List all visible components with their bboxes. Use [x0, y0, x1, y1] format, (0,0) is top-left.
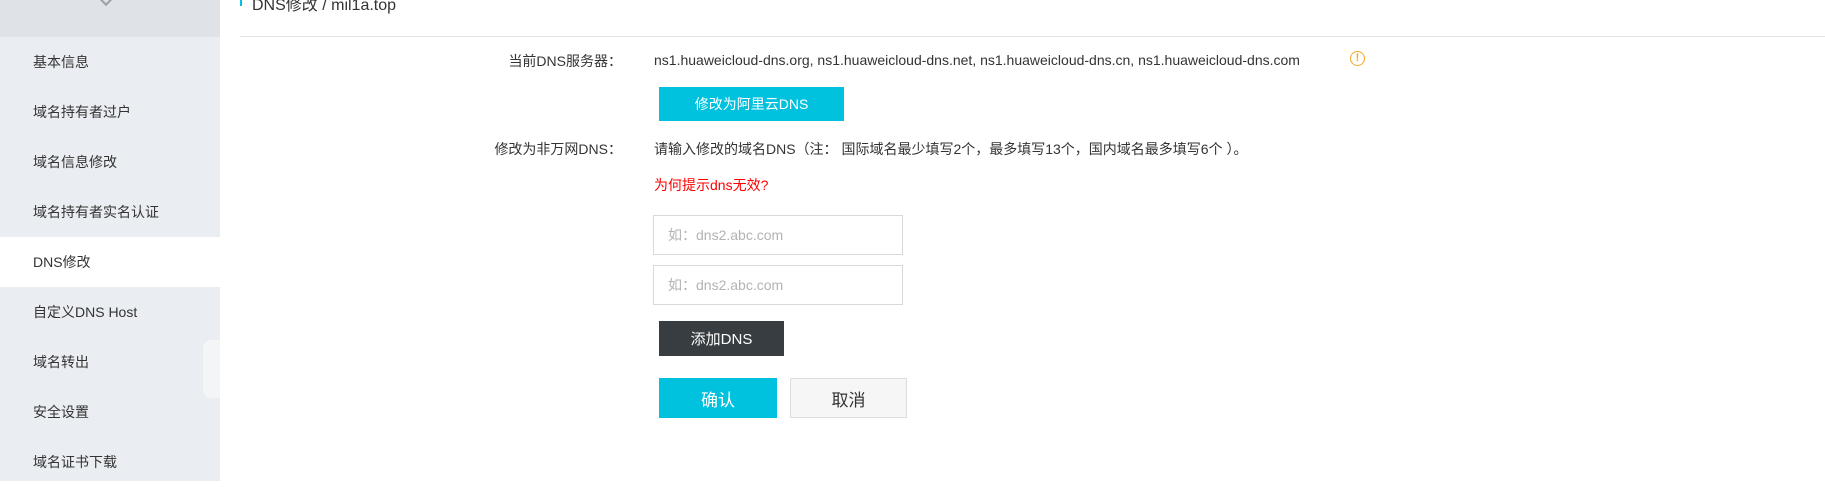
sidebar-item-custom-dns-host[interactable]: 自定义DNS Host — [0, 287, 220, 337]
sidebar-collapse-handle[interactable] — [203, 340, 220, 398]
sidebar-item-transfer-out[interactable]: 域名转出 — [0, 337, 220, 387]
cancel-button[interactable]: 取消 — [790, 378, 907, 418]
breadcrumb: DNS修改 / mil1a.top — [240, 0, 1825, 37]
chevron-down-icon[interactable] — [98, 0, 114, 7]
custom-dns-label: 修改为非万网DNS： — [494, 141, 622, 157]
current-dns-value: ns1.huaweicloud-dns.org, ns1.huaweicloud… — [654, 52, 1300, 68]
current-dns-label: 当前DNS服务器： — [508, 53, 622, 69]
info-circle-icon[interactable]: ! — [1350, 51, 1365, 66]
sidebar-item-dns-modify[interactable]: DNS修改 — [0, 237, 220, 287]
why-dns-invalid-link[interactable]: 为何提示dns无效? — [654, 175, 768, 195]
sidebar-item-security[interactable]: 安全设置 — [0, 387, 220, 437]
sidebar-item-info-modify[interactable]: 域名信息修改 — [0, 137, 220, 187]
custom-dns-hint: 请输入修改的域名DNS（注： 国际域名最少填写2个，最多填写13个，国内域名最多… — [654, 141, 1248, 157]
breadcrumb-text: DNS修改 / mil1a.top — [252, 0, 397, 14]
sidebar-item-basic-info[interactable]: 基本信息 — [0, 37, 220, 87]
dns-input-1[interactable] — [653, 215, 903, 255]
confirm-button[interactable]: 确认 — [659, 378, 777, 418]
sidebar-item-certificate-download[interactable]: 域名证书下载 — [0, 437, 220, 487]
sidebar: 基本信息 域名持有者过户 域名信息修改 域名持有者实名认证 DNS修改 自定义D… — [0, 0, 220, 481]
sidebar-item-realname-auth[interactable]: 域名持有者实名认证 — [0, 187, 220, 237]
change-to-aliyun-dns-button[interactable]: 修改为阿里云DNS — [659, 87, 844, 121]
dns-input-2[interactable] — [653, 265, 903, 305]
sidebar-header — [0, 0, 220, 37]
add-dns-button[interactable]: 添加DNS — [659, 321, 784, 356]
breadcrumb-accent-bar — [240, 0, 242, 6]
sidebar-item-holder-transfer[interactable]: 域名持有者过户 — [0, 87, 220, 137]
